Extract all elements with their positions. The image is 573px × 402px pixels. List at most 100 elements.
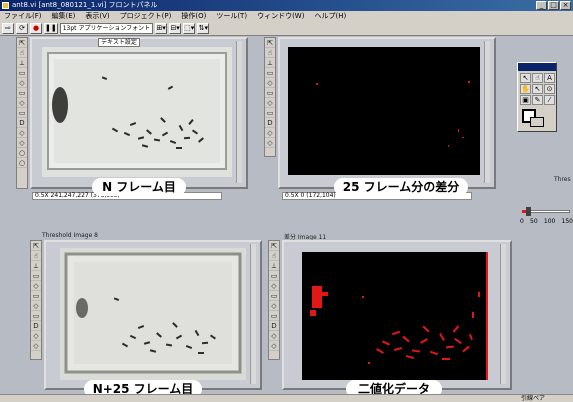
toolbar: ⇨ ⟳ ● ❚❚ 13pt アプリケーションフォント ⊞▾ ⊟▾ ⬚▾ ⇅▾ (0, 22, 573, 36)
caption-difference: 25 フレーム分の差分 (334, 178, 468, 196)
tool-button[interactable]: A (544, 73, 555, 83)
palette-tool[interactable]: ▭ (269, 311, 279, 321)
menu-help[interactable]: ヘルプ(H) (314, 11, 346, 22)
palette-tool[interactable]: ▭ (17, 108, 27, 118)
caption-n-frame: N フレーム目 (92, 178, 186, 196)
run-icon[interactable]: ⇨ (2, 23, 14, 34)
vertical-scrollbar[interactable] (500, 244, 506, 384)
menu-window[interactable]: ウィンドウ(W) (257, 11, 304, 22)
palette-tool[interactable]: ◇ (31, 301, 41, 311)
palette-tool[interactable]: ◇ (265, 78, 275, 88)
palette-tool[interactable]: ☝ (265, 48, 275, 58)
menu-bar: ファイル(F) 編集(E) 表示(V) プロジェクト(P) 操作(O) ツール(… (0, 11, 573, 22)
palette-tool[interactable]: ▭ (269, 271, 279, 281)
palette-tool[interactable]: ◇ (265, 138, 275, 148)
slider-tick: 100 (543, 218, 556, 225)
tool-button[interactable]: ↖ (520, 73, 531, 83)
palette-tool[interactable]: ◇ (265, 98, 275, 108)
palette-tool[interactable]: ◇ (17, 98, 27, 108)
menu-project[interactable]: プロジェクト(P) (120, 11, 172, 22)
ant-arena-photo-n (42, 47, 232, 177)
tool-button[interactable]: ↖ (532, 84, 543, 94)
vertical-scrollbar[interactable] (236, 41, 242, 183)
palette-tool[interactable]: ◇ (269, 331, 279, 341)
palette-tool[interactable]: ▭ (17, 68, 27, 78)
palette-tool[interactable]: D (265, 118, 275, 128)
slider-thumb[interactable] (526, 207, 532, 216)
image-tool-palette-2: ⇱ ☝ ⟂ ▭ ◇ ▭ ◇ ▭ D ◇ ◇ (264, 37, 276, 157)
resize-button[interactable]: ⬚▾ (183, 23, 196, 34)
run-continuous-icon[interactable]: ⟳ (16, 23, 28, 34)
tool-button[interactable]: ✎ (532, 95, 543, 105)
palette-tool[interactable]: ◇ (269, 341, 279, 351)
menu-view[interactable]: 表示(V) (85, 11, 109, 22)
image-display-difference[interactable] (278, 37, 496, 189)
tool-button[interactable]: ☝ (532, 73, 543, 83)
palette-tool[interactable]: ▭ (265, 68, 275, 78)
palette-tool[interactable]: ⟂ (265, 58, 275, 68)
tool-button[interactable]: ✋ (520, 84, 531, 94)
palette-tool[interactable]: ⇱ (269, 241, 279, 251)
slider-tick: 0 (520, 218, 524, 225)
vertical-scrollbar[interactable] (484, 41, 490, 183)
menu-tools[interactable]: ツール(T) (216, 11, 247, 22)
reorder-button[interactable]: ⇅▾ (197, 23, 210, 34)
palette-tool[interactable]: ⇱ (31, 241, 41, 251)
palette-tool[interactable]: ☝ (17, 48, 27, 58)
palette-tool[interactable]: ◇ (17, 128, 27, 138)
palette-tool[interactable]: ⇱ (265, 38, 275, 48)
palette-tool[interactable]: ▭ (269, 291, 279, 301)
tool-button[interactable]: ⊙ (544, 84, 555, 94)
palette-tool[interactable]: ◇ (31, 281, 41, 291)
tool-button[interactable]: ▣ (520, 95, 531, 105)
palette-tool[interactable]: ▭ (265, 108, 275, 118)
image-display-n25-frame[interactable] (44, 240, 262, 390)
title-bar: ant8.vi [ant8_080121_1.vi] フロントパネル _ □ × (0, 0, 573, 11)
palette-tool[interactable]: D (31, 321, 41, 331)
slider-ticks: 0 50 100 150 (520, 218, 573, 225)
palette-tool[interactable]: ☝ (269, 251, 279, 261)
font-dropdown[interactable]: 13pt アプリケーションフォント (59, 23, 154, 34)
palette-tool[interactable]: ◇ (265, 128, 275, 138)
palette-tool[interactable]: ◇ (17, 138, 27, 148)
palette-tool[interactable]: ☝ (31, 251, 41, 261)
tools-palette-titlebar[interactable] (518, 63, 556, 71)
minimize-button[interactable]: _ (536, 1, 547, 10)
palette-tool[interactable]: ▭ (265, 88, 275, 98)
palette-tool[interactable]: ○ (17, 148, 27, 158)
palette-tool[interactable]: D (17, 118, 27, 128)
align-button[interactable]: ⊞▾ (155, 23, 168, 34)
maximize-button[interactable]: □ (548, 1, 559, 10)
palette-tool[interactable]: ▭ (31, 311, 41, 321)
image-display-binarized[interactable] (282, 240, 512, 390)
palette-tool[interactable]: ▭ (31, 271, 41, 281)
palette-tool[interactable]: ◇ (269, 281, 279, 291)
palette-tool[interactable]: ⇱ (17, 38, 27, 48)
menu-edit[interactable]: 編集(E) (52, 11, 76, 22)
vertical-scrollbar[interactable] (250, 244, 256, 384)
image-tool-palette-4: ⇱ ☝ ⟂ ▭ ◇ ▭ ◇ ▭ D ◇ ◇ (268, 240, 280, 360)
tools-palette-window[interactable]: ↖ ☝ A ✋ ↖ ⊙ ▣ ✎ ⁄ (517, 62, 557, 132)
palette-tool[interactable]: D (269, 321, 279, 331)
threshold-slider[interactable]: 0 50 100 150 (520, 204, 573, 234)
distribute-button[interactable]: ⊟▾ (169, 23, 182, 34)
pause-icon[interactable]: ❚❚ (44, 23, 58, 34)
palette-tool[interactable]: ⟂ (31, 261, 41, 271)
color-swatch-bg[interactable] (530, 117, 544, 127)
palette-tool[interactable]: ▭ (31, 291, 41, 301)
tool-button[interactable]: ⁄ (544, 95, 555, 105)
palette-tool[interactable]: ◇ (269, 301, 279, 311)
palette-tool[interactable]: ▭ (17, 88, 27, 98)
palette-tool[interactable]: ⟂ (17, 58, 27, 68)
palette-tool[interactable]: ◇ (31, 331, 41, 341)
palette-tool[interactable]: ⟂ (269, 261, 279, 271)
palette-tool[interactable]: ○ (17, 158, 27, 168)
image-display-n-frame[interactable] (30, 37, 248, 189)
menu-file[interactable]: ファイル(F) (4, 11, 42, 22)
close-button[interactable]: × (560, 1, 571, 10)
text-settings-tag: テキスト設定 (98, 38, 140, 47)
palette-tool[interactable]: ◇ (17, 78, 27, 88)
palette-tool[interactable]: ◇ (31, 341, 41, 351)
abort-icon[interactable]: ● (30, 23, 42, 34)
menu-operate[interactable]: 操作(O) (181, 11, 206, 22)
